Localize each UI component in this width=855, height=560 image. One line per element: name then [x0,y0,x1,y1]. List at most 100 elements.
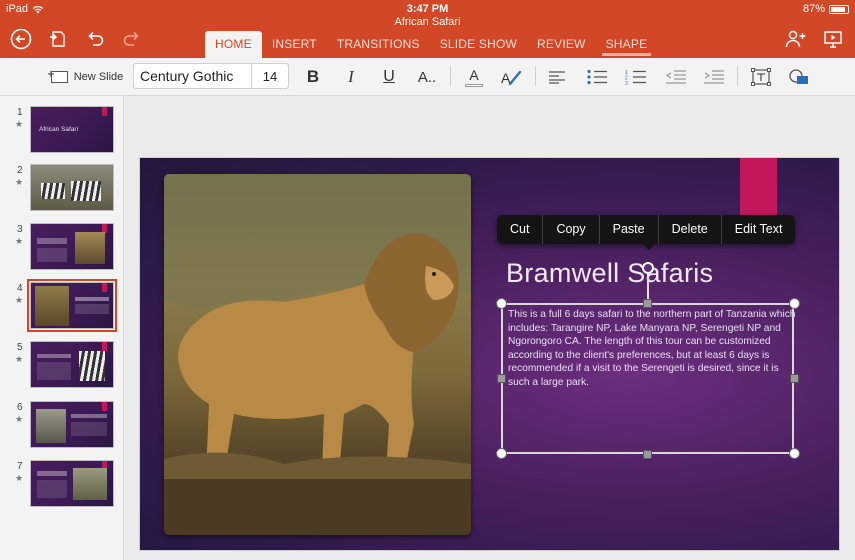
star-icon: ★ [15,354,24,364]
tab-home[interactable]: HOME [205,31,262,58]
font-picker[interactable]: Century Gothic 14 [133,63,289,89]
align-left-icon [549,71,565,84]
redo-button[interactable] [119,26,145,52]
slide-thumbnail[interactable] [30,164,114,211]
align-left-button[interactable] [546,58,568,96]
giraffe-image [75,232,105,264]
file-button[interactable] [44,26,70,52]
slide-thumbnail[interactable]: African Safari [30,106,114,153]
format-painter-button[interactable]: A [498,58,524,96]
text-box-button[interactable] [748,58,774,96]
status-right: 87% [803,3,849,15]
slide-thumbnail[interactable] [27,279,117,332]
slide-number: 7 [17,461,23,472]
new-slide-icon [47,70,68,83]
slide-number: 3 [17,224,23,235]
slide-thumbnail[interactable] [30,460,114,507]
thumbnail-text-lines [37,238,67,244]
present-button[interactable] [820,26,846,52]
thumbnail-text-lines [37,480,67,498]
thumbnail-accent [102,283,107,292]
toolbar-divider [737,66,738,86]
resize-handle-top-left[interactable] [496,298,507,309]
increase-indent-button[interactable] [702,58,726,96]
more-text-formatting-button[interactable]: A.. [414,58,440,96]
decrease-indent-button[interactable] [664,58,688,96]
shapes-icon [789,69,808,84]
title-bar: iPad 3:47 PM African Safari 87% HOME INS… [0,0,855,58]
wildlife-image [36,409,66,443]
thumbnail-row: 1 ★ African Safari [0,101,124,153]
resize-handle-right[interactable] [790,374,799,383]
add-person-icon [785,30,806,48]
star-icon: ★ [15,177,24,187]
tab-shape[interactable]: SHAPE [596,31,658,58]
thumbnail-row: 4 ★ [0,277,124,332]
resize-handle-left[interactable] [497,374,506,383]
slide-thumbnail[interactable] [30,223,114,270]
zebra-image [71,181,101,201]
lion-image [35,286,69,326]
cut-menu-item[interactable]: Cut [497,215,544,244]
copy-menu-item[interactable]: Copy [543,215,600,244]
star-icon: ★ [15,119,24,129]
back-button[interactable] [8,26,34,52]
rotate-stem [647,274,649,299]
slide-number: 2 [17,165,23,176]
font-color-button[interactable]: A [462,58,486,96]
tab-transitions[interactable]: TRANSITIONS [327,31,430,58]
thumbnail-accent [102,402,107,411]
font-name-field[interactable]: Century Gothic [134,64,252,88]
thumbnail-row: 7 ★ [0,455,124,507]
text-box-selection[interactable] [501,303,794,454]
resize-handle-bottom-right[interactable] [789,448,800,459]
bold-button[interactable]: B [302,58,324,96]
tab-slide-show[interactable]: SLIDE SHOW [430,31,527,58]
font-size-field[interactable]: 14 [252,69,288,84]
battery-percent: 87% [802,3,825,15]
bullet-list-icon [587,69,607,85]
undo-button[interactable] [82,26,108,52]
thumbnail-text-lines [71,422,107,436]
rotate-handle[interactable] [642,262,654,274]
resize-handle-top-right[interactable] [789,298,800,309]
new-slide-label: New Slide [73,70,124,83]
thumbnail-text-lines [75,304,109,314]
text-box-icon [751,68,771,86]
new-slide-button[interactable]: New Slide [44,58,126,96]
slide-title[interactable]: Bramwell Safaris [506,258,713,289]
thumbnail-text-lines [75,297,109,301]
resize-handle-bottom[interactable] [643,450,652,459]
paste-menu-item[interactable]: Paste [600,215,659,244]
thumbnail-text-lines [37,362,71,380]
lion-image[interactable] [164,174,471,535]
slide-thumbnail[interactable] [30,341,114,388]
animal-image [73,468,107,500]
slide-thumbnail[interactable] [30,401,114,448]
slide-number: 5 [17,342,23,353]
context-menu-pointer [642,243,656,250]
toolbar-divider [450,66,451,86]
thumbnail-row: 2 ★ [0,159,124,211]
italic-button[interactable]: I [340,58,362,96]
outdent-icon [665,70,686,84]
shapes-button[interactable] [786,58,812,96]
thumbnail-row: 3 ★ [0,218,124,270]
tab-review[interactable]: REVIEW [527,31,596,58]
star-icon: ★ [15,295,24,305]
slide-number: 1 [17,107,23,118]
tab-insert[interactable]: INSERT [262,31,327,58]
delete-menu-item[interactable]: Delete [659,215,722,244]
underline-button[interactable]: U [378,58,400,96]
resize-handle-bottom-left[interactable] [496,448,507,459]
resize-handle-top[interactable] [643,299,652,308]
share-button[interactable] [783,26,809,52]
bullets-button[interactable] [585,58,609,96]
font-color-glyph: A [469,66,479,83]
context-menu: Cut Copy Paste Delete Edit Text [497,215,796,244]
thumbnail-row: 6 ★ [0,396,124,448]
ribbon-tabs: HOME INSERT TRANSITIONS SLIDE SHOW REVIE… [205,31,657,58]
numbering-button[interactable]: 123 [624,58,648,96]
edit-text-menu-item[interactable]: Edit Text [722,215,796,244]
clock: 3:47 PM [406,3,449,15]
